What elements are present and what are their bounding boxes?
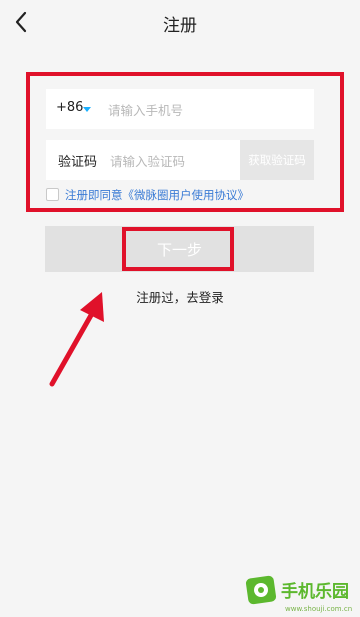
annotation-box-form — [26, 72, 344, 212]
header-bar: 注册 — [0, 0, 360, 44]
watermark-text: 手机乐园 — [281, 581, 349, 602]
page-title: 注册 — [163, 16, 197, 36]
watermark-logo-icon: 手机乐园 www.shouji.com.cn — [245, 575, 352, 613]
annotation-box-next — [122, 227, 234, 271]
annotation-arrow-icon — [49, 292, 104, 387]
watermark-subtext: www.shouji.com.cn — [285, 605, 352, 613]
